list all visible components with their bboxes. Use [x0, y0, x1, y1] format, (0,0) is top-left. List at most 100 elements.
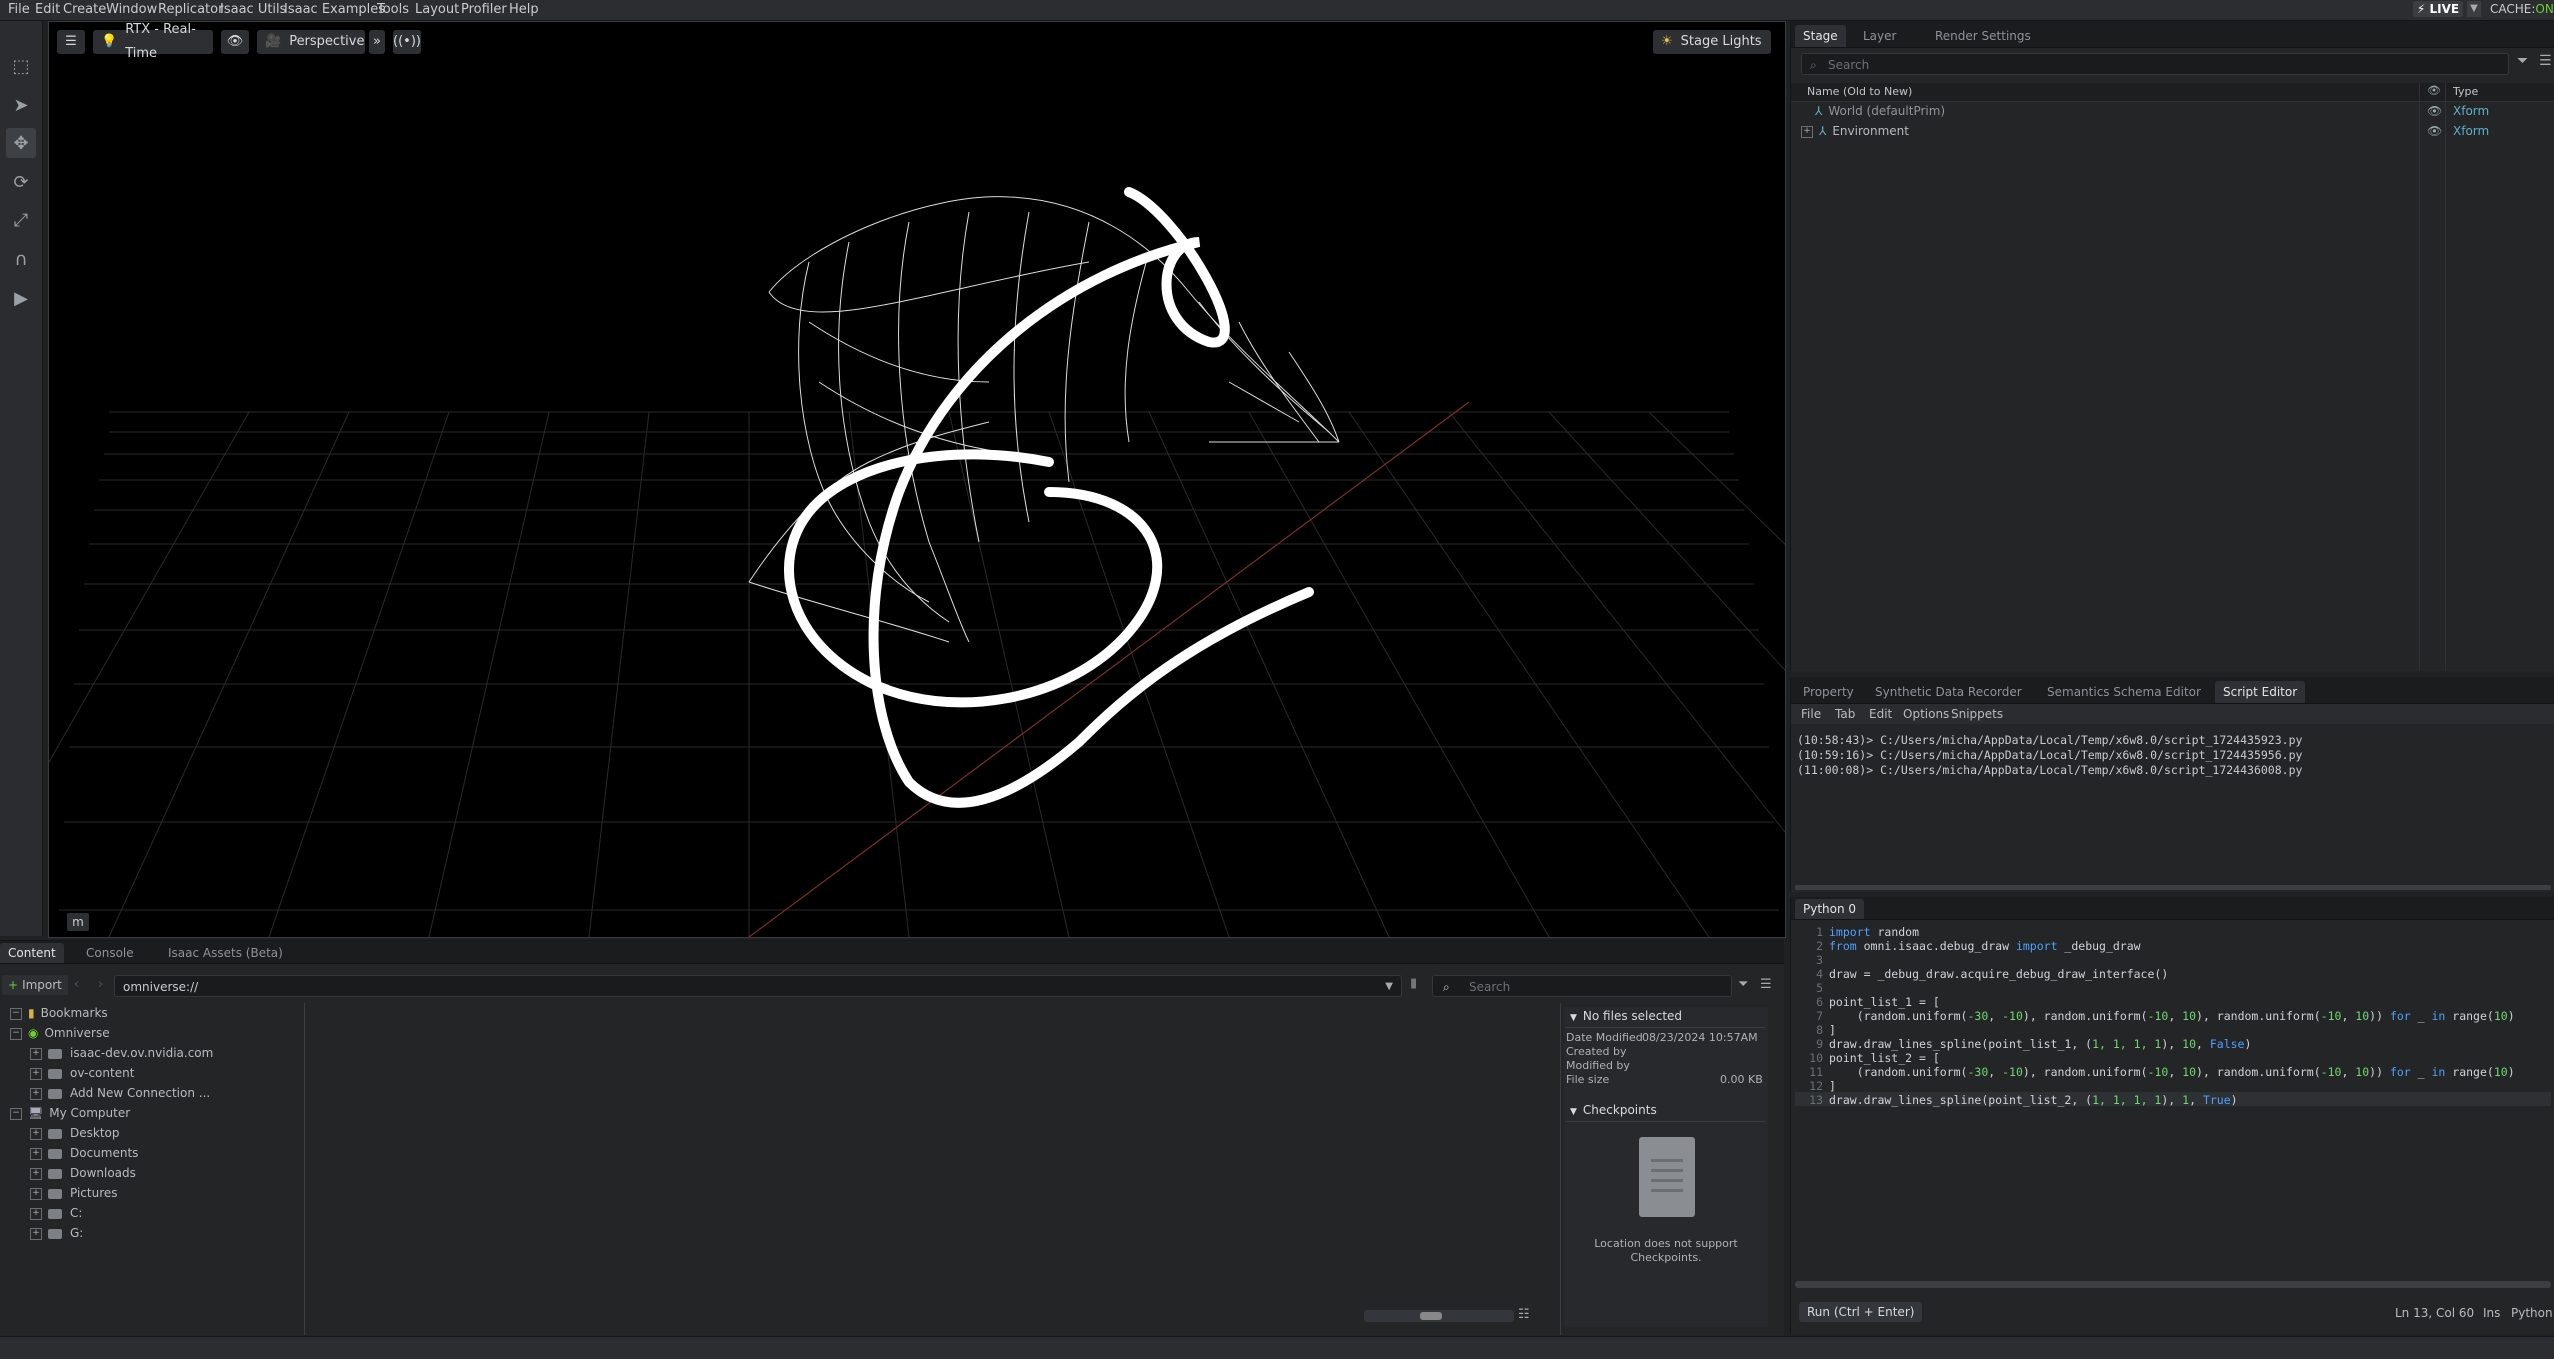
path-input[interactable]: omniverse:// ▼ [114, 975, 1402, 997]
expand-icon[interactable]: + [30, 1227, 42, 1240]
script-menu-file[interactable]: File [1801, 707, 1821, 721]
script-menu-options[interactable]: Options [1903, 707, 1949, 721]
menu-file[interactable]: File [8, 2, 30, 17]
menu-isaac-utils[interactable]: Isaac Utils [220, 2, 286, 17]
expand-icon[interactable]: + [1801, 125, 1813, 138]
menu-edit[interactable]: Edit [35, 2, 60, 17]
tab-layer[interactable]: Layer [1855, 25, 1904, 47]
stage-search-input[interactable]: ⌕ Search [1801, 53, 2509, 75]
tab-render-settings[interactable]: Render Settings [1927, 25, 2039, 47]
scale-icon[interactable]: ⤢ [6, 205, 36, 235]
live-button[interactable]: ⚡ LIVE [2413, 1, 2463, 17]
collapse-icon[interactable]: − [10, 1007, 22, 1020]
viewport[interactable]: ☰ 💡 RTX - Real-Time 👁 🎥 Perspective » ((•)… [48, 21, 1786, 938]
tree-item-downloads[interactable]: + Downloads [30, 1163, 136, 1183]
code-editor[interactable]: 1 2 3 4 5 6 7 8 9 10 11 12 13 import ran… [1795, 925, 2551, 1185]
tab-python-0[interactable]: Python 0 [1795, 899, 1865, 919]
line-number: 6 [1816, 995, 1823, 1009]
tab-semantics-schema-editor[interactable]: Semantics Schema Editor [2039, 681, 2209, 703]
stage-row-environment[interactable]: + ⅄ Environment 👁 Xform [1801, 121, 2554, 141]
menu-replicator[interactable]: Replicator [158, 2, 223, 17]
tree-item-add-connection[interactable]: + Add New Connection ... [30, 1083, 210, 1103]
tab-synthetic-data-recorder[interactable]: Synthetic Data Recorder [1867, 681, 2030, 703]
forward-icon[interactable]: › [98, 977, 103, 992]
tab-content[interactable]: Content [0, 943, 64, 963]
menu-isaac-examples[interactable]: Isaac Examples [284, 2, 385, 17]
select-mode-icon[interactable]: ⬚ [6, 51, 36, 81]
tree-bookmarks[interactable]: − ▮ Bookmarks [10, 1003, 108, 1023]
collapse-icon[interactable]: − [10, 1107, 22, 1120]
options-icon[interactable]: ☰ [1760, 977, 1772, 992]
visibility-icon[interactable]: 👁 [2427, 101, 2442, 121]
filter-icon[interactable]: ⏷ [1738, 977, 1748, 992]
expand-icon[interactable]: + [30, 1047, 42, 1060]
run-button[interactable]: Run (Ctrl + Enter) [1799, 1302, 1923, 1322]
expand-icon[interactable]: + [30, 1187, 42, 1200]
live-dropdown-icon[interactable]: ▼ [2467, 1, 2481, 17]
menu-layout[interactable]: Layout [415, 2, 459, 17]
expand-icon[interactable]: + [30, 1127, 42, 1140]
rotate-icon[interactable]: ⟳ [6, 167, 36, 197]
settings-sliders-icon[interactable]: ☰ [57, 30, 85, 54]
tab-isaac-assets[interactable]: Isaac Assets (Beta) [160, 943, 291, 963]
script-menu-snippets[interactable]: Snippets [1951, 707, 2003, 721]
expand-icon[interactable]: + [30, 1167, 42, 1180]
menu-profiler[interactable]: Profiler [461, 2, 507, 17]
script-menu-tab[interactable]: Tab [1835, 707, 1855, 721]
stage-lights-button[interactable]: ☀ Stage Lights [1653, 30, 1771, 54]
options-icon[interactable]: ☰ [2539, 53, 2552, 69]
chevron-right-icon[interactable]: » [369, 30, 385, 54]
chevron-down-icon[interactable]: ▼ [1385, 976, 1393, 998]
list-view-icon[interactable]: ☷ [1518, 1307, 1530, 1322]
menu-help[interactable]: Help [509, 2, 539, 17]
tab-property[interactable]: Property [1795, 681, 1862, 703]
tree-item-documents[interactable]: + Documents [30, 1143, 138, 1163]
tree-item-desktop[interactable]: + Desktop [30, 1123, 120, 1143]
tab-script-editor[interactable]: Script Editor [2215, 681, 2306, 703]
menu-create[interactable]: Create [63, 2, 106, 17]
tab-stage[interactable]: Stage [1795, 25, 1846, 47]
details-header[interactable]: ▼ No files selected [1570, 1009, 1682, 1023]
tree-omniverse[interactable]: − ◉ Omniverse [10, 1023, 110, 1043]
tree-my-computer[interactable]: − 🖥 My Computer [10, 1103, 130, 1123]
visibility-icon[interactable]: 👁 [2427, 84, 2441, 97]
back-icon[interactable]: ‹ [74, 977, 79, 992]
filter-icon[interactable]: ⏷ [2517, 53, 2528, 69]
play-icon[interactable]: ▶ [6, 283, 36, 313]
expand-icon[interactable]: + [30, 1067, 42, 1080]
tree-item-g-drive[interactable]: + G: [30, 1223, 83, 1243]
expand-icon[interactable]: + [30, 1147, 42, 1160]
tab-console[interactable]: Console [78, 943, 142, 963]
pointer-icon[interactable]: ➤ [6, 90, 36, 120]
checkpoints-header[interactable]: ▼ Checkpoints [1570, 1103, 1657, 1117]
visibility-icon[interactable]: 👁 [2427, 121, 2442, 141]
collapse-icon[interactable]: − [10, 1027, 22, 1040]
menu-tools[interactable]: Tools [377, 2, 409, 17]
stage-row-world[interactable]: ⅄ World (defaultPrim) 👁 Xform [1815, 101, 2554, 121]
camera-button[interactable]: 🎥 Perspective [257, 30, 365, 54]
eye-icon[interactable]: 👁 [221, 30, 249, 54]
expand-icon[interactable]: + [30, 1087, 42, 1100]
tree-item-pictures[interactable]: + Pictures [30, 1183, 118, 1203]
zoom-slider[interactable] [1364, 1310, 1514, 1322]
expand-icon[interactable]: + [30, 1207, 42, 1220]
zoom-thumb[interactable] [1420, 1312, 1442, 1320]
tree-item-ov-content[interactable]: + ov-content [30, 1063, 134, 1083]
snap-icon[interactable]: ∩ [6, 244, 36, 274]
content-search-input[interactable]: ⌕ Search [1432, 975, 1732, 997]
file-browser[interactable] [306, 1003, 1558, 1335]
horizontal-scrollbar[interactable] [1795, 1281, 2551, 1288]
tree-item-server[interactable]: + isaac-dev.ov.nvidia.com [30, 1043, 213, 1063]
render-mode-button[interactable]: 💡 RTX - Real-Time [93, 22, 213, 61]
move-icon[interactable]: ✥ [6, 128, 36, 158]
script-menu-edit[interactable]: Edit [1869, 707, 1892, 721]
import-button[interactable]: + Import [2, 975, 68, 995]
col-name[interactable]: Name (Old to New) [1807, 85, 1912, 98]
tree-item-c-drive[interactable]: + C: [30, 1203, 82, 1223]
viewport-corner-label[interactable]: m [67, 913, 89, 931]
scrollbar[interactable] [1795, 885, 2551, 890]
menu-window[interactable]: Window [106, 2, 157, 17]
broadcast-icon[interactable]: ((•)) [393, 30, 421, 54]
bookmark-icon[interactable]: ▮ [1410, 976, 1417, 991]
col-type[interactable]: Type [2453, 85, 2478, 98]
